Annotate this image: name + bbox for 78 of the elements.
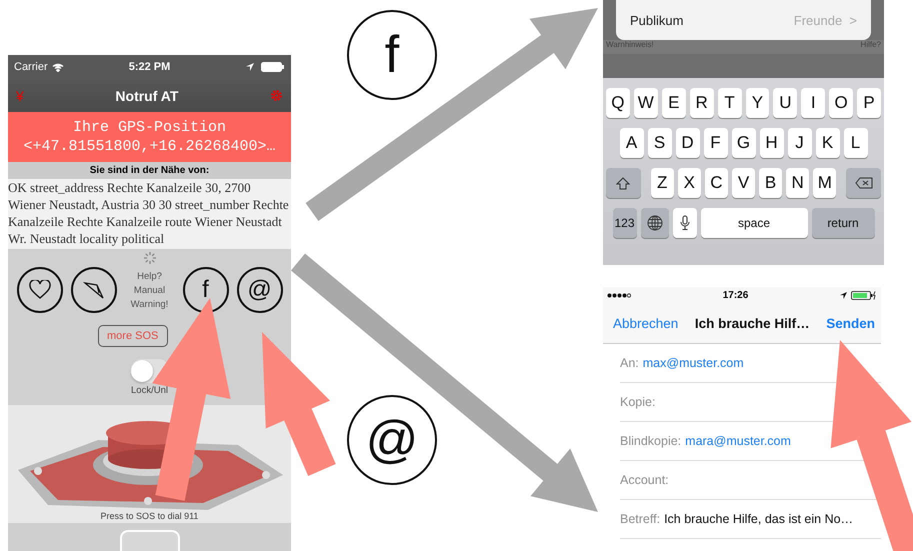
gps-coordinates: <+47.81551800,+16.26268400>… [23,138,276,155]
keyboard-key[interactable]: O [829,88,854,118]
battery-icon [261,62,285,72]
wifi-icon [52,62,64,72]
field-value[interactable]: mara@muster.com [685,434,791,448]
keyboard-key[interactable]: I [801,88,826,118]
keyboard-key[interactable]: U [773,88,798,118]
audience-row[interactable]: Publikum Freunde > [616,0,871,40]
audience-label: Publikum [630,12,684,28]
send-link[interactable]: Senden [826,316,875,330]
signal-icon [607,292,631,298]
field-label: Blindkopie: [620,434,682,448]
globe-key[interactable] [640,208,668,238]
keyboard-key[interactable]: S [648,128,672,158]
field-label: Account: [620,473,669,487]
mail-title: Ich brauche Hilf… [694,316,810,330]
help-text: Manual [134,284,166,296]
keyboard-key[interactable]: D [676,128,700,158]
keyboard-key[interactable]: L [844,128,868,158]
audience-value: Freunde > [794,12,857,28]
keyboard-key[interactable]: 123 [612,208,636,238]
shift-icon [616,176,630,190]
keyboard-key[interactable]: T [718,88,742,118]
nearby-header: Sie sind in der Nähe von: [8,162,291,179]
keyboard-key[interactable]: C [704,168,728,198]
share-button[interactable]: @ [236,267,282,313]
address-text: OK street_address Rechte Kanalzeile 30, 2700 Wiener Neustadt, Austria 30 30 street_number Rechte Kanalzeile Rechte Kanalzeile route Wiener Neustadt Wr. Neustadt locality political [8,179,291,249]
carrier-label: Carrier [14,61,48,73]
lock-label: Lock/Unl [131,385,168,396]
keyboard-key[interactable]: space [700,208,808,238]
field-label: Kopie: [620,395,656,409]
handle-button[interactable] [120,530,180,551]
keyboard-key[interactable]: J [788,128,812,158]
keyboard-key[interactable]: F [704,128,728,158]
location-arrow-icon [246,63,254,71]
heart-icon [28,280,50,300]
spinner-icon [144,252,156,264]
keyboard-key[interactable]: return [812,208,874,238]
keyboard-key[interactable]: X [678,168,701,198]
cancel-link[interactable]: Abbrechen [613,316,678,330]
field-value[interactable]: Ich brauche Hilfe, das ist ein No… [664,512,854,526]
footer-text: Press to SOS to dial 911 [8,510,291,523]
field-label: Betreff: [620,512,660,526]
keyboard-key[interactable]: Q [606,88,630,118]
microphone-icon [680,215,690,231]
keyboard-key[interactable]: H [760,128,784,158]
help-text: Help? [137,270,162,282]
backspace-key[interactable] [846,168,881,198]
nav-title: Notruf AT [114,88,180,104]
keyboard-key[interactable]: Z [650,168,674,198]
keyboard-key[interactable]: M [813,168,836,198]
keyboard-key[interactable]: G [732,128,756,158]
shift-key[interactable] [606,168,641,198]
keyboard-key[interactable]: W [634,88,658,118]
backspace-icon [854,177,873,189]
keyboard-key[interactable]: R [690,88,714,118]
heart-button[interactable] [16,267,62,313]
keyboard-key[interactable]: P [857,88,882,118]
keyboard-key[interactable]: V [732,168,756,198]
location-arrow-icon [840,292,847,298]
keyboard-key[interactable]: A [620,128,644,158]
field-value[interactable]: max@muster.com [642,356,744,370]
gps-title: Ihre GPS-Position [72,119,226,136]
keyboard-key[interactable]: B [759,168,782,198]
at-sign-circle: @ [347,395,437,485]
keyboard-key[interactable]: K [816,128,840,158]
help-text: Warning! [130,298,168,310]
field-label: An: [620,356,639,370]
globe-icon [646,215,662,231]
status-time: 17:26 [722,290,750,300]
battery-icon [851,290,877,300]
keyboard-key[interactable]: N [786,168,810,198]
letter-circle: f [347,10,437,100]
keyboard-key[interactable]: Y [746,88,770,118]
status-time: 5:22 PM [128,61,170,73]
keyboard-key[interactable]: E [662,88,686,118]
paper-plane-button[interactable] [70,267,116,313]
microphone-key[interactable] [672,208,696,238]
